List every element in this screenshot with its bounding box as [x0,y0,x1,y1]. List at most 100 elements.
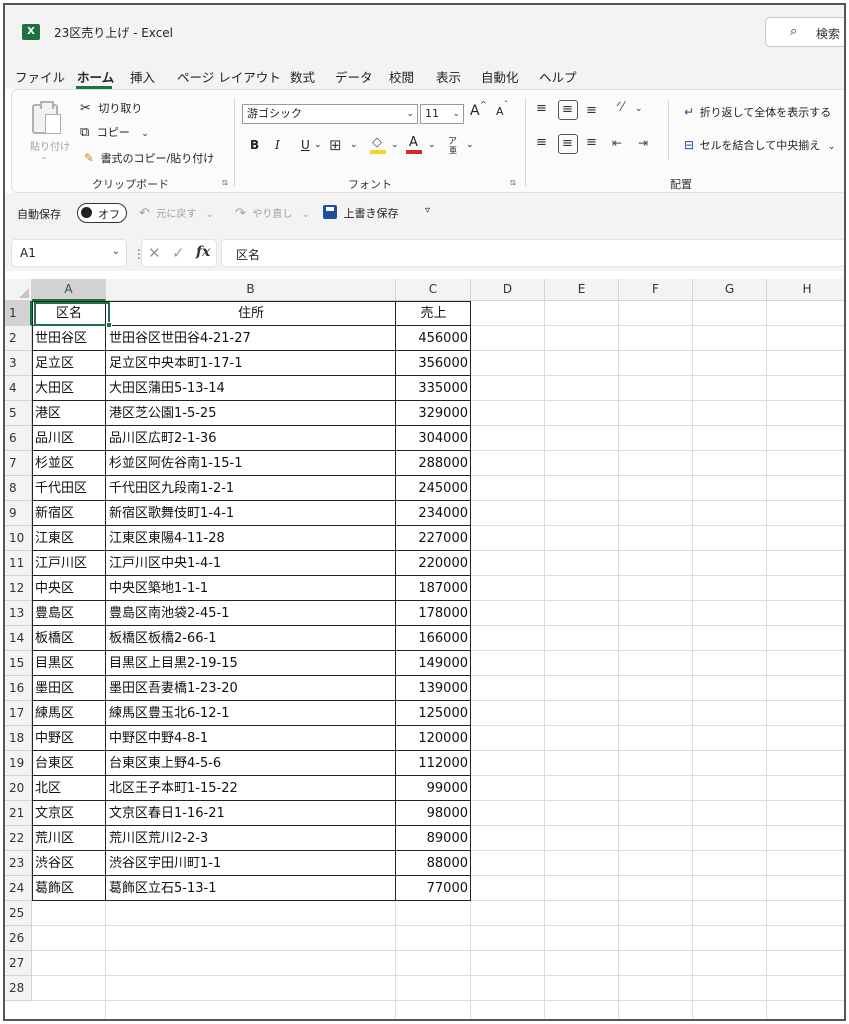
decrease-indent-icon[interactable]: ⇤ [612,136,622,150]
row-header-20[interactable]: 20 [5,776,32,801]
underline-button[interactable]: U [301,138,310,152]
font-size-select[interactable]: 11 ⌄ [420,104,464,124]
align-center-button[interactable]: ≡ [558,134,578,154]
column-header-g[interactable]: G [693,279,767,301]
row-header-19[interactable]: 19 [5,751,32,776]
paste-button[interactable]: 貼り付け ⌄ [18,94,70,164]
select-all-corner[interactable] [5,279,32,301]
row-header-5[interactable]: 5 [5,401,32,426]
paste-doc-icon [45,114,61,134]
menu-insert[interactable]: 挿入 [130,67,155,86]
column-header-a[interactable]: A [32,279,106,301]
row-header-21[interactable]: 21 [5,801,32,826]
row-header-12[interactable]: 12 [5,576,32,601]
menu-page-layout[interactable]: ページ レイアウト [177,67,281,86]
align-bottom-icon[interactable]: ≡ [586,104,597,117]
save-button[interactable]: 上書き保存 [323,205,399,221]
customize-qat-icon[interactable]: ▿ [425,205,430,216]
formula-input[interactable]: 区名 [221,239,844,267]
font-size-value: 11 [425,107,439,120]
font-color-button[interactable]: A [406,135,424,155]
row-header-3[interactable]: 3 [5,351,32,376]
wrap-text-button[interactable]: ↵ 折り返して全体を表示する [684,104,831,120]
row-header-14[interactable]: 14 [5,626,32,651]
copy-button[interactable]: ⧉ コピー ⌄ [80,124,149,140]
bold-button[interactable]: B [250,138,259,152]
toggle-knob [81,207,92,218]
borders-button[interactable]: ⊞ [329,136,342,154]
row-header-11[interactable]: 11 [5,551,32,576]
row-header-8[interactable]: 8 [5,476,32,501]
font-name-select[interactable]: 游ゴシック ⌄ [242,104,418,124]
row-header-7[interactable]: 7 [5,451,32,476]
worksheet-grid[interactable]: A B C D E F G H 1 2 3 4 5 6 7 8 9 10 11 12 13 14 15 16 17 18 19 20 2… [5,271,844,1019]
menu-home[interactable]: ホーム [77,67,114,86]
row-header-28[interactable]: 28 [5,976,32,1001]
row-header-15[interactable]: 15 [5,651,32,676]
cancel-icon[interactable]: ✕ [148,244,161,262]
menu-help[interactable]: ヘルプ [539,67,577,86]
increase-font-button[interactable]: A [470,103,480,119]
column-header-b[interactable]: B [106,279,396,301]
decrease-font-button[interactable]: A [496,105,504,118]
table-cell-border [106,451,396,476]
menu-formulas[interactable]: 数式 [290,67,315,86]
orientation-icon[interactable]: ᐟ⁄ [616,100,624,115]
name-box[interactable]: A1 ⌄ [11,239,127,267]
insert-function-icon[interactable]: fx [196,244,210,260]
table-cell-border [32,701,106,726]
menu-file[interactable]: ファイル [15,67,65,86]
align-middle-button[interactable]: ≡ [558,100,578,120]
table-cell-border [32,576,106,601]
autosave-toggle-state: オフ [98,208,120,221]
menu-view[interactable]: 表示 [436,67,461,86]
row-header-22[interactable]: 22 [5,826,32,851]
menu-automate[interactable]: 自動化 [481,67,519,86]
confirm-icon[interactable]: ✓ [172,244,185,262]
column-header-c[interactable]: C [396,279,471,301]
row-header-16[interactable]: 16 [5,676,32,701]
cut-button[interactable]: ✂ 切り取り [80,100,142,116]
row-header-23[interactable]: 23 [5,851,32,876]
row-header-4[interactable]: 4 [5,376,32,401]
row-header-26[interactable]: 26 [5,926,32,951]
row-header-13[interactable]: 13 [5,601,32,626]
row-header-2[interactable]: 2 [5,326,32,351]
column-header-e[interactable]: E [545,279,619,301]
align-left-icon[interactable]: ≡ [536,136,547,149]
align-top-icon[interactable]: ≡ [536,102,547,115]
column-header-d[interactable]: D [471,279,545,301]
increase-indent-icon[interactable]: ⇥ [638,136,648,150]
merge-center-button[interactable]: ⊟ セルを結合して中央揃え ⌄ [684,137,835,153]
row-header-25[interactable]: 25 [5,901,32,926]
redo-button[interactable]: ↷ やり直し ⌄ [235,205,309,221]
table-cell-border [396,576,471,601]
clipboard-launcher-icon[interactable]: ⧅ [222,178,228,188]
search-box[interactable]: ⌕ 検索 [765,17,844,47]
align-right-icon[interactable]: ≡ [586,136,597,149]
paste-dropdown-icon: ⌄ [40,152,48,162]
row-header-27[interactable]: 27 [5,951,32,976]
fill-handle[interactable] [106,322,112,328]
table-cell-border [396,601,471,626]
column-header-f[interactable]: F [619,279,693,301]
format-painter-button[interactable]: ✎ 書式のコピー/貼り付け [84,150,214,166]
italic-button[interactable]: I [275,138,280,152]
fill-color-button[interactable]: ◇ [370,135,388,155]
undo-button[interactable]: ↶ 元に戻す ⌄ [139,205,213,221]
column-header-h[interactable]: H [767,279,844,301]
menu-review[interactable]: 校閲 [389,67,414,86]
autosave-toggle[interactable]: オフ [77,203,127,223]
row-header-6[interactable]: 6 [5,426,32,451]
row-header-24[interactable]: 24 [5,876,32,901]
menu-data[interactable]: データ [335,67,373,86]
chevron-down-icon: ⌄ [391,140,399,150]
wrap-text-icon: ↵ [684,105,695,119]
row-header-18[interactable]: 18 [5,726,32,751]
row-header-17[interactable]: 17 [5,701,32,726]
row-header-9[interactable]: 9 [5,501,32,526]
table-cell-border [106,801,396,826]
row-header-1[interactable]: 1 [5,301,32,326]
row-header-10[interactable]: 10 [5,526,32,551]
font-launcher-icon[interactable]: ⧅ [510,178,516,188]
